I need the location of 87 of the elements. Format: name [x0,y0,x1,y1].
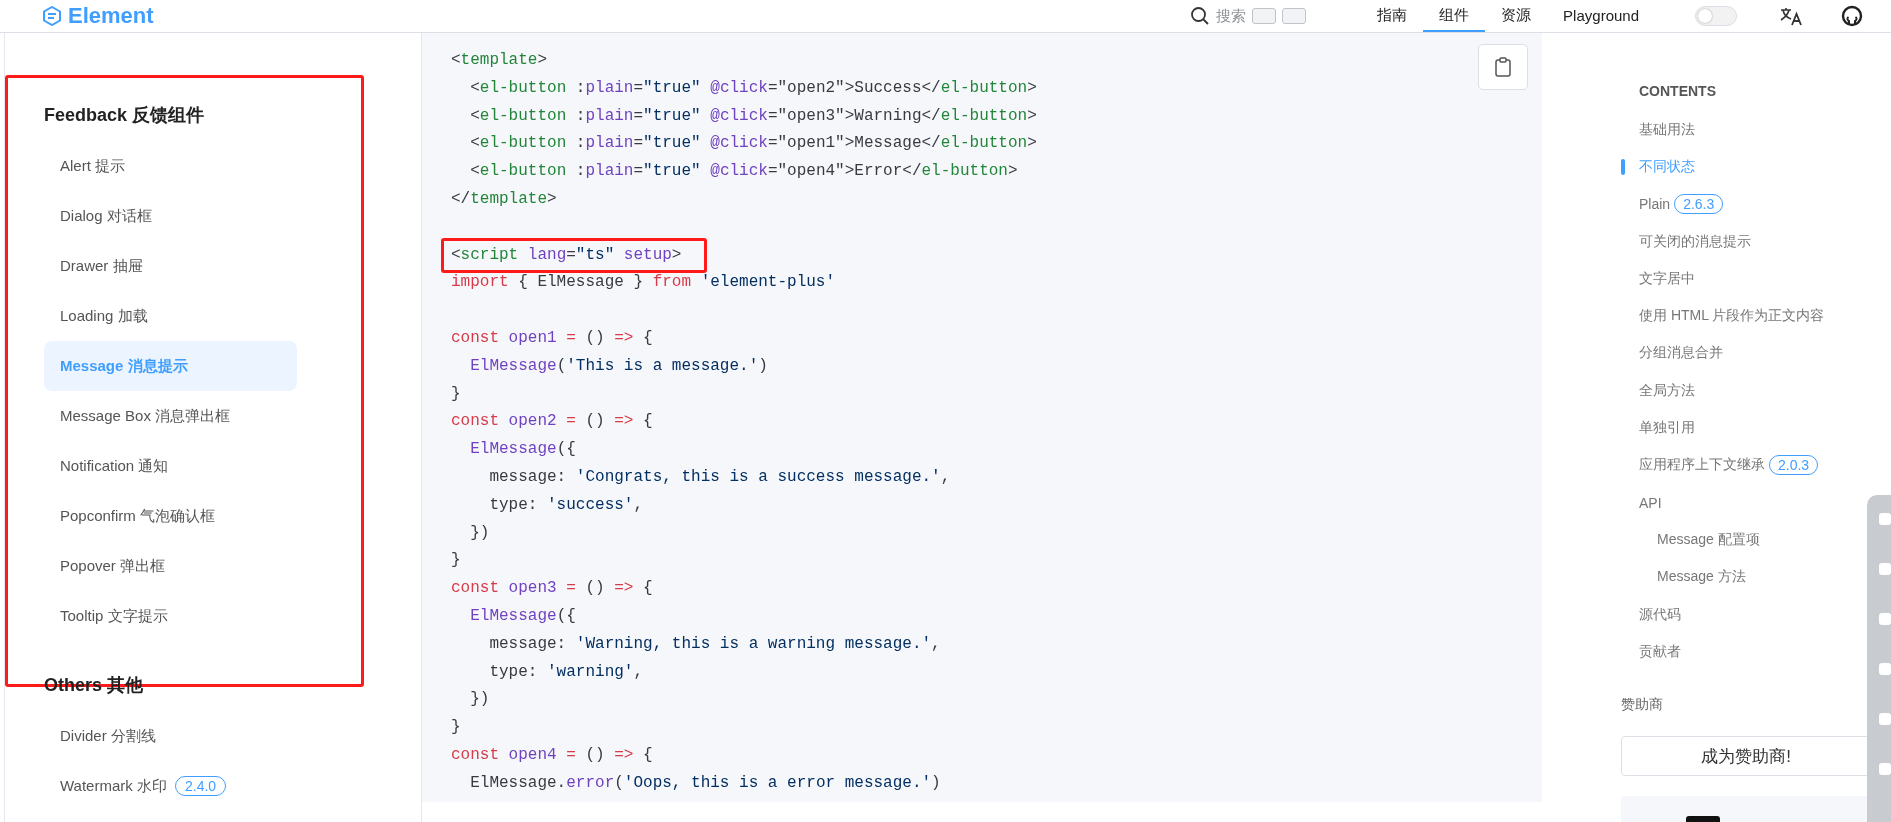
copy-button[interactable] [1478,44,1528,90]
key-icon [1282,8,1307,24]
sidebar-item[interactable]: Message Box 消息弹出框 [44,391,297,441]
code-line: <el-button :plain="true" @click="open3">Warning</el-button> [469,105,1037,127]
sidebar-item[interactable]: Loading 加载 [44,291,297,341]
code-line: message: 'Congrats, this is a success message.', [488,466,951,488]
search-field[interactable]: 搜索 [1190,6,1307,26]
nav-link[interactable]: 指南 [1361,0,1424,32]
toc-link[interactable]: Message 配置项 [1657,530,1760,549]
sidebar-item[interactable]: Watermark 水印 2.4.0 [44,761,297,811]
code-line: const open2 = () => { [451,411,653,433]
nav-link[interactable]: 资源 [1485,0,1548,32]
code-line: } [451,717,461,739]
toc-link[interactable]: Plain [1639,196,1671,213]
toc-link[interactable]: 单独引用 [1639,419,1695,437]
code-line: import { ElMessage } from 'element-plus' [451,272,836,294]
toc-link[interactable]: Message 方法 [1657,568,1746,587]
sidebar-item[interactable]: Popconfirm 气泡确认框 [44,491,297,541]
toc-link[interactable]: 贡献者 [1639,642,1681,661]
sidebar-item-label: Divider 分割线 [60,726,156,746]
tool-icon[interactable] [1879,763,1891,775]
sidebar-item[interactable]: Drawer 抽屉 [44,241,297,291]
code-line: } [451,383,461,405]
code-line: <script lang="ts" setup> [451,244,682,266]
tool-icon[interactable] [1879,663,1891,675]
code-line: type: 'success', [488,494,644,516]
sidebar-item-label: Notification 通知 [60,456,169,476]
sponsor-heading: 赞助商 [1621,696,1664,715]
code-line: <el-button :plain="true" @click="open1">Message</el-button> [469,133,1037,155]
code-line: <template> [451,50,548,71]
tool-icon[interactable] [1879,713,1891,725]
code-line: <el-button :plain="true" @click="open4">Error</el-button> [469,161,1018,183]
code-line: <el-button :plain="true" @click="open2">Success</el-button> [469,77,1037,99]
sidebar-item-label: Popover 弹出框 [60,556,166,576]
sidebar-item[interactable]: Tooltip 文字提示 [44,591,297,641]
sidebar-item-label: Loading 加载 [60,306,148,326]
logo-icon [42,6,62,26]
code-line: message: 'Warning, this is a warning message.', [488,633,941,655]
github-icon[interactable] [1841,5,1863,27]
code-line: const open3 = () => { [451,578,653,600]
toc-link[interactable]: 文字居中 [1639,269,1695,288]
key-icon [1252,8,1277,24]
theme-switch[interactable] [1695,6,1737,26]
tool-icon[interactable] [1879,563,1891,575]
code-line: type: 'warning', [488,661,644,683]
code-line: ElMessage({ [469,439,576,461]
code-line: }) [469,689,490,711]
section-heading: Feedback 反馈组件 [44,104,206,127]
toc-link[interactable]: 全局方法 [1639,381,1695,400]
code-line: ElMessage.error('Oops, this is a error message.') [469,772,941,794]
sidebar-item-label: Message 消息提示 [60,356,188,376]
sidebar-item[interactable]: Notification 通知 [44,441,297,491]
sidebar-item[interactable]: Dialog 对话框 [44,191,297,241]
code-line: ElMessage({ [469,605,576,627]
code-line: } [451,550,461,572]
toc-link[interactable]: 应用程序上下文继承 [1639,456,1765,475]
translate-icon[interactable] [1779,6,1803,26]
tool-icon[interactable] [1879,613,1891,625]
toc-link[interactable]: 可关闭的消息提示 [1639,232,1751,251]
toc-link[interactable]: 使用 HTML 片段作为正文内容 [1639,307,1825,326]
code-line: </template> [451,189,557,210]
toc-link[interactable]: API [1639,494,1662,511]
search-icon [1190,6,1211,26]
logo-text[interactable]: Element [68,3,154,29]
sidebar-item-label: Alert 提示 [60,156,125,176]
code-line: }) [469,522,490,544]
sidebar-item[interactable]: Alert 提示 [44,141,297,191]
sidebar-item-label: Drawer 抽屉 [60,256,143,276]
sidebar-item[interactable]: Message 消息提示 [44,341,297,391]
toc-heading: CONTENTS [1639,83,1717,99]
sidebar-item-label: Popconfirm 气泡确认框 [60,506,216,526]
sidebar-item-label: Dialog 对话框 [60,206,152,226]
sidebar-item-label: Tooltip 文字提示 [60,606,168,626]
toc-link[interactable]: 基础用法 [1639,120,1695,139]
sidebar-item[interactable]: Popover 弹出框 [44,541,297,591]
clipboard-icon [1495,57,1511,77]
code-line: const open1 = () => { [451,327,653,349]
sidebar-item-label: Message Box 消息弹出框 [60,406,231,426]
sidebar-item[interactable]: Divider 分割线 [44,711,297,761]
toc-link[interactable]: 源代码 [1639,605,1681,624]
code-line: const open4 = () => { [451,744,653,766]
sidebar-item-label: Watermark 水印 [60,776,167,796]
nav-link[interactable]: Playground [1547,0,1655,32]
code-line: ElMessage('This is a message.') [469,355,768,377]
tool-icon[interactable] [1879,513,1891,525]
toc-link[interactable]: 分组消息合并 [1639,344,1723,363]
toc-link[interactable]: 不同状态 [1639,157,1695,176]
